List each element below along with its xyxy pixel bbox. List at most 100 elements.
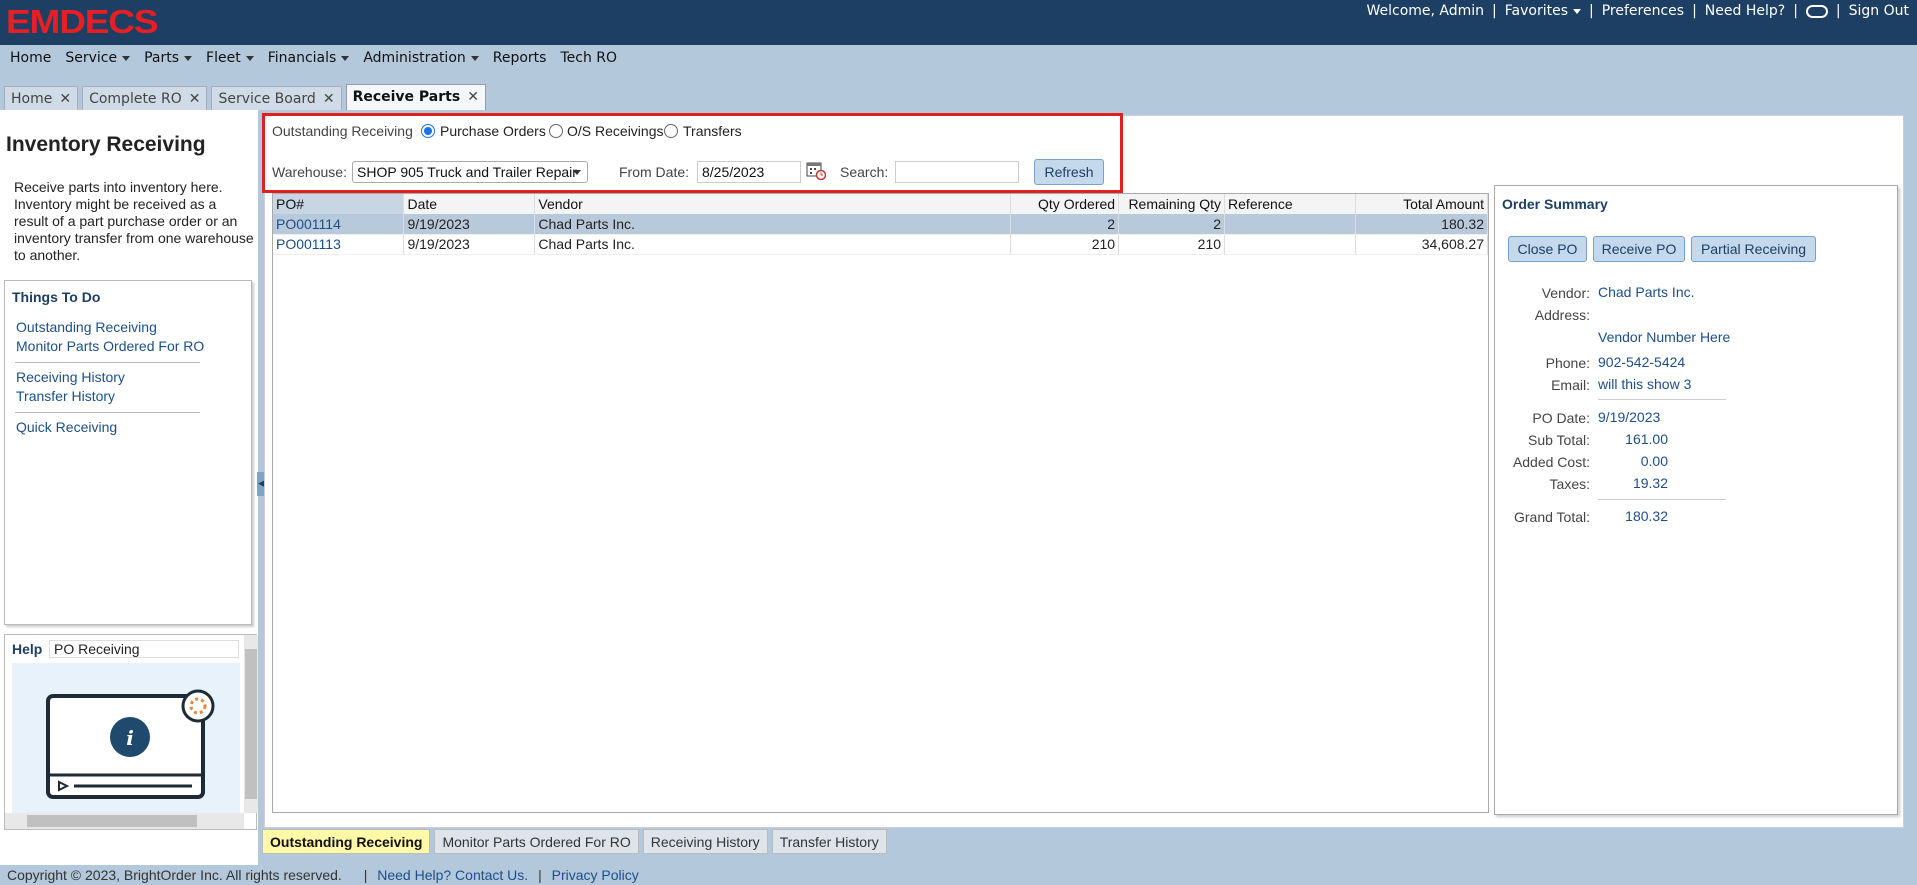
partial-receiving-button[interactable]: Partial Receiving — [1691, 236, 1816, 262]
table-row[interactable]: PO001114 9/19/2023 Chad Parts Inc. 2 2 1… — [273, 214, 1489, 235]
preferences-link[interactable]: Preferences — [1602, 3, 1684, 19]
menu-administration[interactable]: Administration — [363, 50, 479, 66]
btab-transfer-history[interactable]: Transfer History — [771, 829, 887, 854]
col-total-amount[interactable]: Total Amount — [1355, 194, 1489, 214]
added-cost-value: 0.00 — [1640, 453, 1668, 469]
chevron-down-icon — [245, 55, 254, 61]
col-qty-ordered[interactable]: Qty Ordered — [1010, 194, 1120, 214]
page-title: Inventory Receiving — [6, 133, 206, 156]
top-bar: EMDECS Welcome, Admin | Favorites | Pref… — [0, 0, 1917, 45]
radio-transfers[interactable] — [664, 124, 678, 138]
menu-service[interactable]: Service — [65, 50, 131, 66]
vendor-number: Vendor Number Here — [1598, 329, 1731, 345]
btab-receiving-history[interactable]: Receiving History — [642, 829, 768, 854]
receive-po-button[interactable]: Receive PO — [1593, 236, 1685, 262]
vendor-value: Chad Parts Inc. — [1598, 284, 1695, 300]
taxes-value: 19.32 — [1632, 475, 1668, 491]
page-tabs: Home ✕ Complete RO ✕ Service Board ✕ Receiv… — [0, 83, 1917, 110]
col-reference[interactable]: Reference — [1224, 194, 1356, 214]
warehouse-select[interactable]: SHOP 905 Truck and Trailer Repair — [352, 161, 588, 183]
order-summary-panel: Order Summary Close PO Receive PO Partia… — [1494, 185, 1898, 815]
help-link[interactable]: Need Help? — [1705, 3, 1785, 19]
link-transfer-history[interactable]: Transfer History — [16, 388, 115, 404]
page-description: Receive parts into inventory here. Inven… — [14, 179, 254, 263]
chat-icon[interactable] — [1805, 4, 1828, 18]
btab-outstanding-receiving[interactable]: Outstanding Receiving — [262, 829, 431, 854]
help-panel: Help PO Receiving i — [4, 634, 258, 830]
radio-label-purchase-orders[interactable]: Purchase Orders — [440, 123, 546, 139]
close-icon[interactable]: ✕ — [323, 91, 335, 107]
menu-fleet[interactable]: Fleet — [206, 50, 254, 66]
horizontal-scrollbar[interactable] — [5, 813, 244, 829]
radio-label-os-receivings[interactable]: O/S Receivings — [567, 123, 663, 139]
radio-os-receivings[interactable] — [549, 124, 563, 138]
help-label: Help — [12, 641, 43, 657]
chevron-down-icon — [122, 55, 131, 61]
purchase-orders-grid: PO# Date Vendor Qty Ordered Remaining Qt… — [272, 193, 1489, 813]
bottom-tabs: Outstanding Receiving Monitor Parts Orde… — [262, 829, 891, 854]
help-video-thumbnail[interactable]: i — [12, 663, 240, 813]
po-link[interactable]: PO001113 — [276, 236, 341, 252]
email-value: will this show 3 — [1598, 376, 1692, 392]
close-icon[interactable]: ✕ — [467, 89, 479, 105]
chevron-down-icon — [184, 55, 193, 61]
table-row[interactable]: PO001113 9/19/2023 Chad Parts Inc. 210 2… — [273, 234, 1489, 255]
privacy-policy-link[interactable]: Privacy Policy — [552, 867, 639, 883]
from-date-label: From Date: — [619, 164, 690, 180]
close-icon[interactable]: ✕ — [189, 91, 201, 107]
radio-label-transfers[interactable]: Transfers — [683, 123, 742, 139]
grid-header-row: PO# Date Vendor Qty Ordered Remaining Qt… — [273, 194, 1489, 214]
subtotal-value: 161.00 — [1625, 431, 1668, 447]
footer: Copyright © 2023, BrightOrder Inc. All r… — [0, 865, 1917, 885]
help-topic: PO Receiving — [49, 640, 239, 658]
col-po[interactable]: PO# — [273, 194, 405, 214]
sign-out-link[interactable]: Sign Out — [1849, 3, 1909, 19]
warehouse-label: Warehouse: — [272, 164, 347, 180]
divider — [1598, 399, 1726, 400]
chevron-down-icon — [573, 170, 581, 175]
menu-reports[interactable]: Reports — [493, 50, 547, 66]
chevron-down-icon — [1573, 8, 1582, 14]
tab-complete-ro[interactable]: Complete RO ✕ — [82, 86, 208, 110]
col-remaining-qty[interactable]: Remaining Qty — [1118, 194, 1226, 214]
app-logo: EMDECS — [6, 3, 159, 40]
menu-home[interactable]: Home — [10, 50, 51, 66]
copyright-text: Copyright © 2023, BrightOrder Inc. All r… — [7, 867, 342, 883]
top-links: Welcome, Admin | Favorites | Preferences… — [1366, 3, 1909, 19]
col-vendor[interactable]: Vendor — [534, 194, 1012, 214]
video-player-icon: i — [46, 689, 215, 799]
tab-receive-parts[interactable]: Receive Parts ✕ — [345, 84, 486, 110]
things-to-do-title: Things To Do — [12, 289, 101, 305]
tab-service-board[interactable]: Service Board ✕ — [211, 86, 342, 110]
tab-home[interactable]: Home ✕ — [4, 86, 79, 110]
menu-financials[interactable]: Financials — [268, 50, 350, 66]
btab-monitor-parts[interactable]: Monitor Parts Ordered For RO — [434, 829, 639, 854]
main-menu-bar: Home Service Parts Fleet Financials Admi… — [0, 45, 1917, 83]
radio-purchase-orders[interactable] — [421, 124, 435, 138]
link-monitor-parts[interactable]: Monitor Parts Ordered For RO — [16, 338, 204, 354]
left-panel: Inventory Receiving Receive parts into i… — [0, 110, 258, 865]
search-input[interactable] — [895, 161, 1019, 183]
calendar-icon[interactable] — [806, 160, 827, 181]
col-date[interactable]: Date — [403, 194, 536, 214]
chevron-down-icon — [470, 55, 479, 61]
divider — [15, 412, 200, 413]
things-to-do-panel: Things To Do Outstanding Receiving Monit… — [4, 280, 252, 625]
menu-parts[interactable]: Parts — [144, 50, 193, 66]
po-link[interactable]: PO001114 — [276, 216, 341, 232]
divider — [1598, 499, 1726, 500]
contact-us-link[interactable]: Need Help? Contact Us. — [377, 867, 528, 883]
favorites-menu[interactable]: Favorites — [1505, 3, 1582, 19]
refresh-button[interactable]: Refresh — [1034, 159, 1104, 185]
from-date-field[interactable]: 8/25/2023 — [697, 161, 801, 183]
menu-tech-ro[interactable]: Tech RO — [560, 50, 617, 66]
info-icon: i — [126, 726, 134, 750]
vertical-scrollbar[interactable] — [244, 635, 258, 813]
close-po-button[interactable]: Close PO — [1508, 236, 1587, 262]
link-quick-receiving[interactable]: Quick Receiving — [16, 419, 117, 435]
welcome-text: Welcome, Admin — [1366, 3, 1485, 19]
close-icon[interactable]: ✕ — [59, 91, 71, 107]
link-outstanding-receiving[interactable]: Outstanding Receiving — [16, 319, 157, 335]
divider — [15, 362, 200, 363]
link-receiving-history[interactable]: Receiving History — [16, 369, 125, 385]
